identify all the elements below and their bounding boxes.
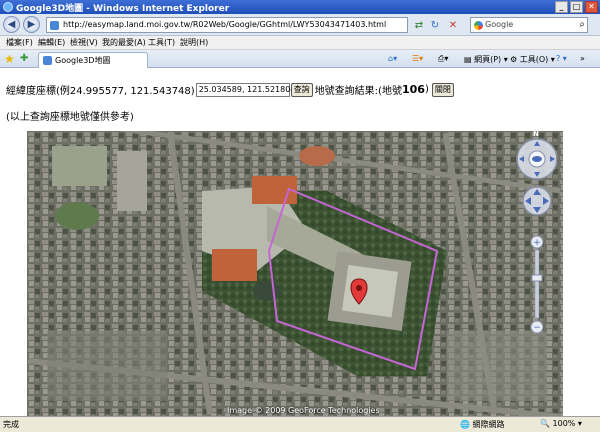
title-bar: Google3D地圖 - Windows Internet Explorer _…	[0, 0, 600, 14]
tools-menu-button[interactable]: ⚙ 工具(O) ▾	[510, 54, 555, 65]
menu-edit[interactable]: 編輯(E)	[38, 37, 65, 48]
menu-help[interactable]: 說明(H)	[180, 37, 208, 48]
result-prefix: 地號查詢結果:(地號	[314, 86, 402, 97]
refresh-icon[interactable]: ↻	[428, 18, 442, 32]
zoom-level[interactable]: 🔍 100% ▾	[540, 419, 582, 428]
search-icon[interactable]: ⌕	[579, 19, 585, 30]
query-button[interactable]: 查詢	[290, 82, 313, 97]
tools-menu-label: 工具(O)	[519, 55, 549, 64]
menu-tools[interactable]: 工具(T)	[148, 37, 175, 48]
add-favorite-icon[interactable]: ✚	[20, 53, 28, 64]
window-title: Google3D地圖 - Windows Internet Explorer	[16, 4, 230, 14]
zone-label: 網際網路	[472, 420, 505, 429]
zoom-value: 100%	[552, 419, 576, 428]
satellite-map[interactable]: N + − Image © 2009 GeoForce Technologies	[27, 131, 563, 416]
tab-google3d[interactable]: Google3D地圖	[38, 52, 148, 68]
tab-label: Google3D地圖	[55, 56, 111, 65]
coord-label: 經緯度座標(例24.995577, 121.543748)	[6, 86, 195, 97]
menu-view[interactable]: 檢視(V)	[70, 37, 98, 48]
svg-text:+: +	[533, 238, 541, 248]
help-icon[interactable]: ? ▾	[556, 54, 567, 63]
go-icon[interactable]: ⇄	[412, 18, 426, 32]
map-copyright: Image © 2009 GeoForce Technologies	[227, 406, 380, 415]
svg-text:−: −	[533, 323, 541, 333]
security-zone: 🌐 網際網路	[460, 420, 505, 429]
coord-input[interactable]: 25.034589, 121.521804	[195, 82, 295, 97]
maximize-button[interactable]: □	[570, 1, 583, 13]
tab-bar: ★ ✚ Google3D地圖 ⌂▾ ☰▾ ⎙▾ ▤ 網頁(P) ▾ ⚙ 工具(O…	[0, 50, 600, 68]
menu-file[interactable]: 檔案(F)	[6, 37, 33, 48]
page-menu-label: 網頁(P)	[474, 55, 502, 64]
menu-bar: 檔案(F) 編輯(E) 檢視(V) 我的最愛(A) 工具(T) 說明(H)	[0, 36, 600, 50]
favorites-star-icon[interactable]: ★	[4, 52, 15, 66]
look-control[interactable]	[513, 133, 561, 181]
minimize-button[interactable]: _	[555, 1, 568, 13]
status-text: 完成	[3, 420, 19, 429]
compass-north-label: N	[533, 131, 539, 138]
back-button[interactable]: ◀	[3, 16, 20, 33]
search-placeholder: Google	[485, 20, 514, 29]
tab-page-icon	[43, 56, 52, 65]
page-content: 經緯度座標(例24.995577, 121.543748) 25.034589,…	[0, 68, 600, 416]
query-row: 經緯度座標(例24.995577, 121.543748) 25.034589,…	[6, 82, 456, 97]
close-button[interactable]: 關閉	[431, 82, 454, 97]
map-imagery	[27, 131, 563, 416]
zoom-slider[interactable]: + −	[529, 235, 545, 335]
window-controls: _ □ ✕	[555, 1, 598, 13]
forward-button[interactable]: ▶	[23, 16, 40, 33]
result-suffix: )	[424, 84, 429, 95]
menu-favorites[interactable]: 我的最愛(A)	[102, 37, 146, 48]
google-icon	[474, 21, 483, 30]
chevron-right-icon[interactable]: »	[580, 54, 585, 63]
home-icon[interactable]: ⌂▾	[388, 54, 397, 63]
address-toolbar: ◀ ▶ http://easymap.land.moi.gov.tw/R02We…	[0, 14, 600, 36]
feeds-icon[interactable]: ☰▾	[412, 54, 423, 63]
stop-icon[interactable]: ✕	[446, 18, 460, 32]
pan-control[interactable]	[521, 185, 553, 217]
page-icon	[50, 21, 59, 30]
result-number: 106	[401, 83, 425, 96]
page-menu-button[interactable]: ▤ 網頁(P) ▾	[464, 54, 508, 65]
disclaimer-note: (以上查詢座標地號僅供參考)	[6, 112, 134, 123]
address-input[interactable]: http://easymap.land.moi.gov.tw/R02Web/Go…	[46, 17, 408, 33]
close-window-button[interactable]: ✕	[585, 1, 598, 13]
eye-icon	[532, 156, 542, 162]
ie-logo-icon	[3, 2, 13, 12]
status-bar: 完成 🌐 網際網路 🔍 100% ▾	[0, 416, 600, 432]
url-text: http://easymap.land.moi.gov.tw/R02Web/Go…	[63, 20, 387, 29]
search-input[interactable]: Google ⌕	[470, 17, 588, 33]
print-icon[interactable]: ⎙▾	[438, 54, 448, 64]
